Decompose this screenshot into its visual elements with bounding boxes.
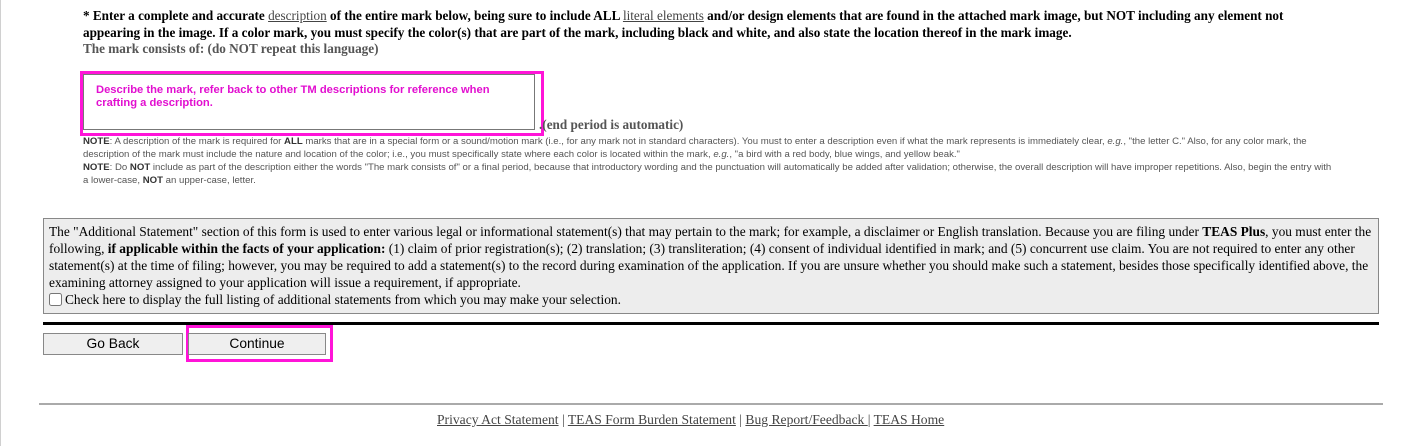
footer-links: Privacy Act Statement | TEAS Form Burden… xyxy=(437,412,945,427)
continue-button[interactable]: Continue xyxy=(188,333,326,355)
go-back-button[interactable]: Go Back xyxy=(43,333,183,355)
burden-statement-link[interactable]: TEAS Form Burden Statement xyxy=(568,412,736,427)
description-instructions: * Enter a complete and accurate descript… xyxy=(83,8,1284,40)
bug-report-link[interactable]: Bug Report/Feedback xyxy=(745,412,867,427)
description-note: NOTE: A description of the mark is requi… xyxy=(83,136,1332,186)
window-edge xyxy=(0,0,1,446)
privacy-act-link[interactable]: Privacy Act Statement xyxy=(437,412,559,427)
additional-statement-box: The "Additional Statement" section of th… xyxy=(43,218,1379,314)
checkbox-label: Check here to display the full listing o… xyxy=(65,292,621,307)
mark-consists-label: The mark consists of: (do NOT repeat thi… xyxy=(83,41,379,56)
additional-statements-checkbox[interactable] xyxy=(49,293,62,306)
description-link[interactable]: description xyxy=(268,8,327,23)
description-highlight: Describe the mark, refer back to other T… xyxy=(80,71,544,136)
teas-home-link[interactable]: TEAS Home xyxy=(874,412,945,427)
mark-description-textarea[interactable]: Describe the mark, refer back to other T… xyxy=(83,74,535,130)
literal-elements-link[interactable]: literal elements xyxy=(623,8,704,23)
end-period-label: .(end period is automatic) xyxy=(539,117,684,132)
footer-divider xyxy=(39,403,1383,405)
additional-statements-checkbox-row[interactable]: Check here to display the full listing o… xyxy=(49,292,621,307)
